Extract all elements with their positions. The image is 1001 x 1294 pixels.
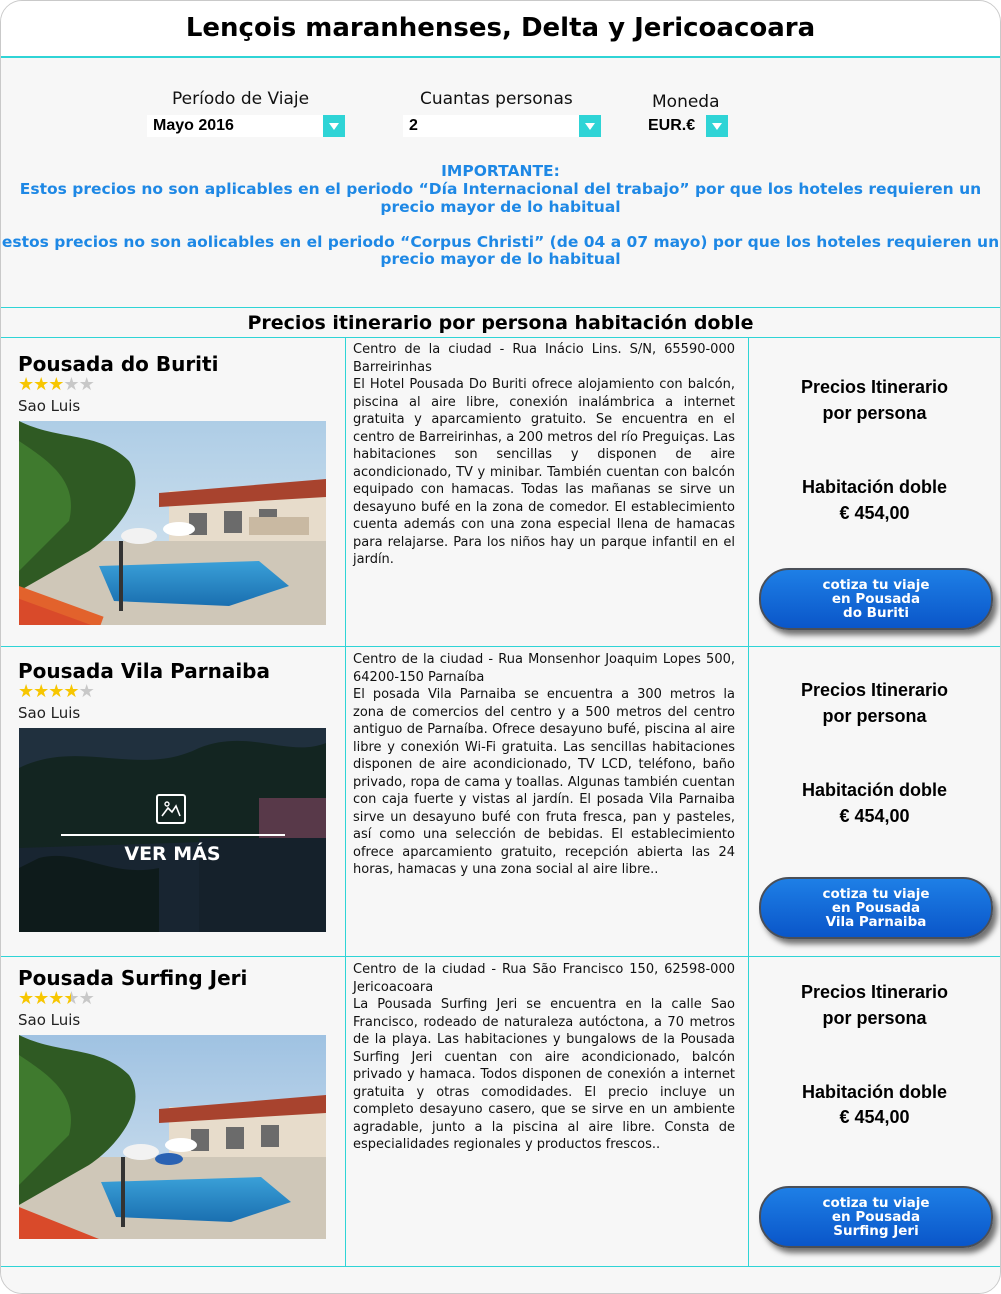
- chevron-down-icon[interactable]: [579, 115, 601, 137]
- star-icon: ★: [33, 988, 49, 1009]
- image-icon: [156, 794, 186, 824]
- notice-line-2b: precio mayor de lo habitual: [380, 250, 621, 268]
- chevron-down-icon[interactable]: [706, 115, 728, 137]
- hotel-city: Sao Luis: [18, 1011, 81, 1029]
- rating-stars: ★★★★★: [18, 374, 95, 395]
- hotel-description: El posada Vila Parnaiba se encuentra a 3…: [353, 687, 735, 877]
- star-icon: ★: [63, 681, 79, 702]
- notice-heading: IMPORTANTE:: [441, 162, 560, 180]
- hotel-photo[interactable]: VER MÁS: [19, 728, 326, 932]
- persons-value: 2: [409, 117, 418, 134]
- hotel-address: Centro de la ciudad - Rua Monsenhor Joaq…: [353, 652, 735, 685]
- quote-button-line: cotiza tu viaje: [822, 886, 930, 902]
- footer-bar: [1, 1267, 1000, 1293]
- currency-label: Moneda: [652, 92, 720, 112]
- hotel-address: Centro de la ciudad - Rua Inácio Lins. S…: [353, 342, 735, 375]
- persons-label: Cuantas personas: [420, 89, 573, 109]
- star-icon: ★: [78, 988, 95, 1009]
- chevron-down-icon[interactable]: [323, 115, 345, 137]
- price-value: € 454,00: [839, 503, 910, 523]
- column-divider: [345, 957, 346, 1266]
- star-icon: ★: [63, 374, 79, 395]
- column-divider: [345, 647, 346, 956]
- notice-line-1b: precio mayor de lo habitual: [380, 198, 621, 216]
- price-heading-sub: por persona: [822, 706, 927, 726]
- pool-image: [19, 421, 326, 625]
- hotel-photo[interactable]: [19, 1035, 326, 1239]
- hotel-row: Pousada Vila Parnaiba ★★★★★ Sao Luis VER…: [1, 647, 1000, 956]
- section-title: Precios itinerario por persona habitació…: [247, 312, 754, 334]
- hotel-description: El Hotel Pousada Do Buriti ofrece alojam…: [353, 377, 735, 567]
- see-more-label: VER MÁS: [124, 843, 221, 865]
- price-heading-sub: por persona: [822, 1008, 927, 1028]
- price-heading: Precios Itinerario: [800, 680, 949, 700]
- currency-value: EUR.€: [648, 117, 696, 134]
- quote-button[interactable]: cotiza tu viaje en Pousada do Buriti: [759, 568, 993, 630]
- room-type: Habitación doble: [801, 1082, 947, 1102]
- column-divider: [345, 338, 346, 646]
- hotel-name: Pousada do Buriti: [18, 352, 219, 376]
- quote-button-line: en Pousada: [831, 1209, 921, 1225]
- star-icon: ★: [18, 681, 34, 702]
- price-heading: Precios Itinerario: [800, 377, 949, 397]
- page-title: Lençois maranhenses, Delta y Jericoacoar…: [185, 13, 816, 43]
- star-icon: ★: [48, 681, 64, 702]
- quote-button-line: en Pousada: [831, 900, 921, 916]
- half-star-icon: ★: [63, 988, 79, 1009]
- see-more-overlay[interactable]: VER MÁS: [19, 728, 326, 932]
- notice-line-2a: estos precios no son aolicables en el pe…: [1, 233, 1000, 251]
- star-icon: ★: [48, 988, 64, 1009]
- quote-button-line: cotiza tu viaje: [822, 577, 930, 593]
- quote-button[interactable]: cotiza tu viaje en Pousada Surfing Jeri: [759, 1186, 993, 1248]
- quote-button-line: do Buriti: [843, 605, 909, 621]
- quote-button-line: Surfing Jeri: [833, 1223, 919, 1239]
- divider: [1, 307, 1000, 308]
- rating-stars: ★★★★★: [18, 681, 95, 702]
- price-value: € 454,00: [839, 806, 910, 826]
- quote-button-line: en Pousada: [831, 591, 921, 607]
- room-type: Habitación doble: [801, 477, 947, 497]
- room-type: Habitación doble: [801, 780, 947, 800]
- period-select[interactable]: Mayo 2016: [147, 115, 345, 137]
- hotel-row: Pousada Surfing Jeri ★★★★★ Sao Luis Cent…: [1, 957, 1000, 1266]
- star-icon: ★: [33, 681, 49, 702]
- star-icon: ★: [48, 374, 64, 395]
- hotel-city: Sao Luis: [18, 704, 81, 722]
- hotel-photo[interactable]: [19, 421, 326, 625]
- rating-stars: ★★★★★: [18, 988, 95, 1009]
- price-value: € 454,00: [839, 1107, 910, 1127]
- quote-button-line: Vila Parnaiba: [825, 914, 927, 930]
- hotel-row: Pousada do Buriti ★★★★★ Sao Luis Centro …: [1, 338, 1000, 646]
- star-icon: ★: [18, 988, 34, 1009]
- period-label: Período de Viaje: [172, 89, 310, 109]
- pool-image: [19, 1035, 326, 1239]
- hotel-address: Centro de la ciudad - Rua São Francisco …: [353, 962, 735, 995]
- notice-line-1a: Estos precios no son aplicables en el pe…: [19, 180, 982, 198]
- period-value: Mayo 2016: [153, 117, 234, 134]
- star-icon: ★: [78, 681, 95, 702]
- price-heading: Precios Itinerario: [800, 982, 949, 1002]
- hotel-name: Pousada Vila Parnaiba: [18, 659, 270, 683]
- persons-select[interactable]: 2: [403, 115, 601, 137]
- price-heading-sub: por persona: [822, 403, 927, 423]
- page-frame: Lençois maranhenses, Delta y Jericoacoar…: [0, 0, 1001, 1294]
- star-icon: ★: [78, 374, 95, 395]
- hotel-city: Sao Luis: [18, 397, 81, 415]
- hotel-description: La Pousada Surfing Jeri se encuentra en …: [353, 997, 735, 1152]
- divider: [61, 834, 285, 836]
- quote-button[interactable]: cotiza tu viaje en Pousada Vila Parnaiba: [759, 877, 993, 939]
- currency-select[interactable]: EUR.€: [642, 115, 728, 137]
- star-icon: ★: [33, 374, 49, 395]
- quote-button-line: cotiza tu viaje: [822, 1195, 930, 1211]
- star-icon: ★: [18, 374, 34, 395]
- hotel-name: Pousada Surfing Jeri: [18, 966, 248, 990]
- title-bar: Lençois maranhenses, Delta y Jericoacoar…: [1, 1, 1000, 58]
